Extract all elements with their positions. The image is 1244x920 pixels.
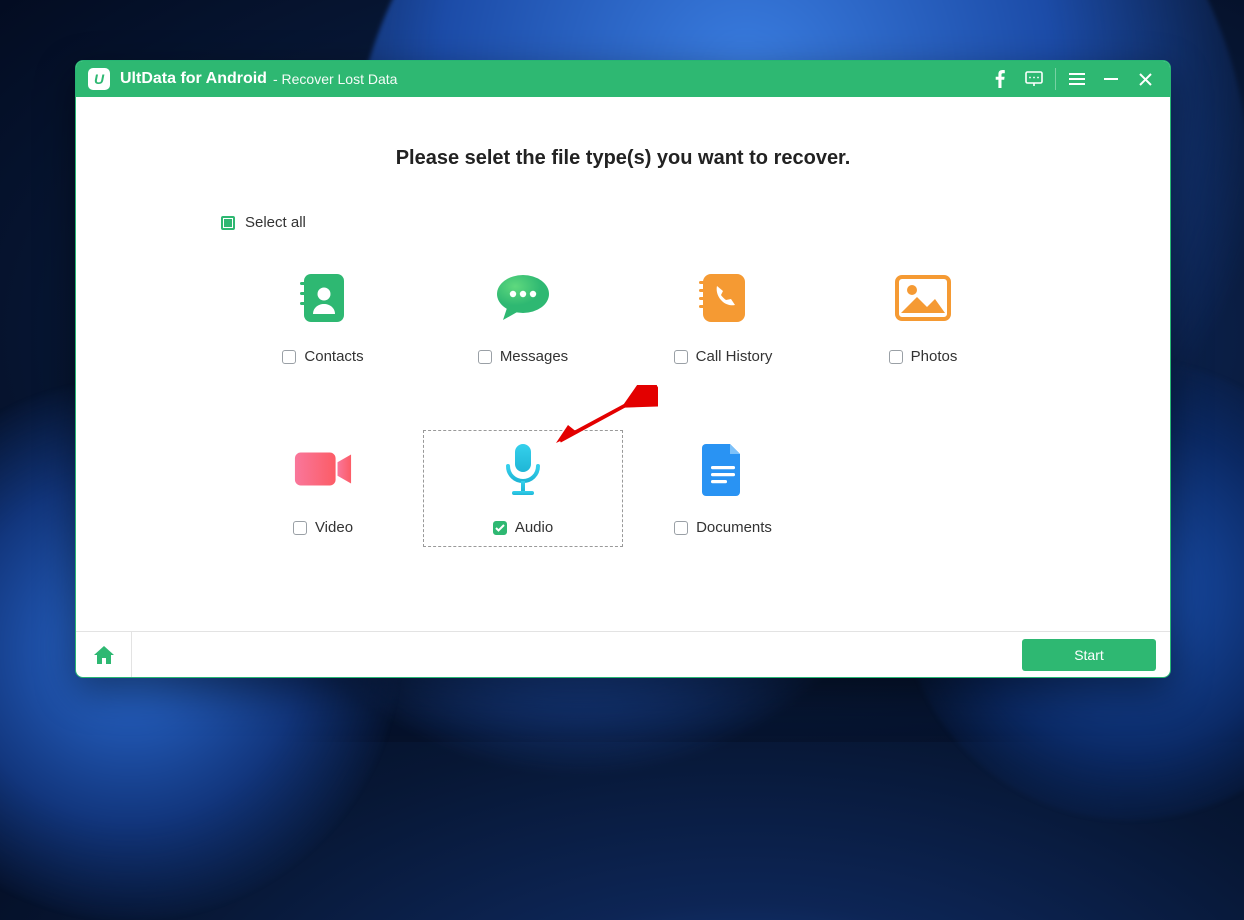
content-area: Please selet the file type(s) you want t… (76, 97, 1170, 631)
checkbox-icon (674, 521, 688, 535)
app-logo-icon: U (88, 68, 110, 90)
file-type-grid: Contacts Messages (136, 259, 1110, 547)
filetype-label: Audio (515, 519, 553, 536)
page-heading: Please selet the file type(s) you want t… (136, 147, 1110, 170)
start-button[interactable]: Start (1022, 639, 1156, 671)
minimize-button[interactable] (1094, 61, 1128, 97)
home-button[interactable] (76, 632, 132, 678)
titlebar: U UltData for Android - Recover Lost Dat… (76, 61, 1170, 97)
footer-bar: Start (76, 631, 1170, 677)
menu-icon[interactable] (1060, 61, 1094, 97)
filetype-label: Messages (500, 348, 568, 365)
filetype-card-contacts[interactable]: Contacts (223, 259, 423, 376)
filetype-label: Call History (696, 348, 773, 365)
filetype-card-photos[interactable]: Photos (823, 259, 1023, 376)
home-icon (94, 646, 114, 664)
checkbox-indeterminate-icon (221, 216, 235, 230)
messages-icon (493, 270, 553, 326)
facebook-icon[interactable] (983, 61, 1017, 97)
contacts-icon (293, 270, 353, 326)
photos-icon (893, 270, 953, 326)
filetype-card-documents[interactable]: Documents (623, 430, 823, 547)
audio-icon (493, 441, 553, 497)
checkbox-icon (889, 350, 903, 364)
documents-icon (693, 441, 753, 497)
video-icon (293, 441, 353, 497)
checkbox-icon (674, 350, 688, 364)
checkbox-icon (493, 521, 507, 535)
filetype-label: Documents (696, 519, 772, 536)
checkbox-icon (478, 350, 492, 364)
filetype-card-messages[interactable]: Messages (423, 259, 623, 376)
select-all-checkbox[interactable]: Select all (221, 214, 1110, 231)
filetype-card-call-history[interactable]: Call History (623, 259, 823, 376)
checkbox-icon (282, 350, 296, 364)
close-button[interactable] (1128, 61, 1162, 97)
call-history-icon (693, 270, 753, 326)
checkbox-icon (293, 521, 307, 535)
filetype-label: Photos (911, 348, 958, 365)
app-subtitle: - Recover Lost Data (273, 71, 398, 87)
app-title: UltData for Android (120, 70, 267, 88)
select-all-label: Select all (245, 214, 306, 231)
feedback-icon[interactable] (1017, 61, 1051, 97)
filetype-label: Contacts (304, 348, 363, 365)
filetype-card-audio[interactable]: Audio (423, 430, 623, 547)
filetype-card-video[interactable]: Video (223, 430, 423, 547)
app-window: U UltData for Android - Recover Lost Dat… (75, 60, 1171, 678)
filetype-label: Video (315, 519, 353, 536)
